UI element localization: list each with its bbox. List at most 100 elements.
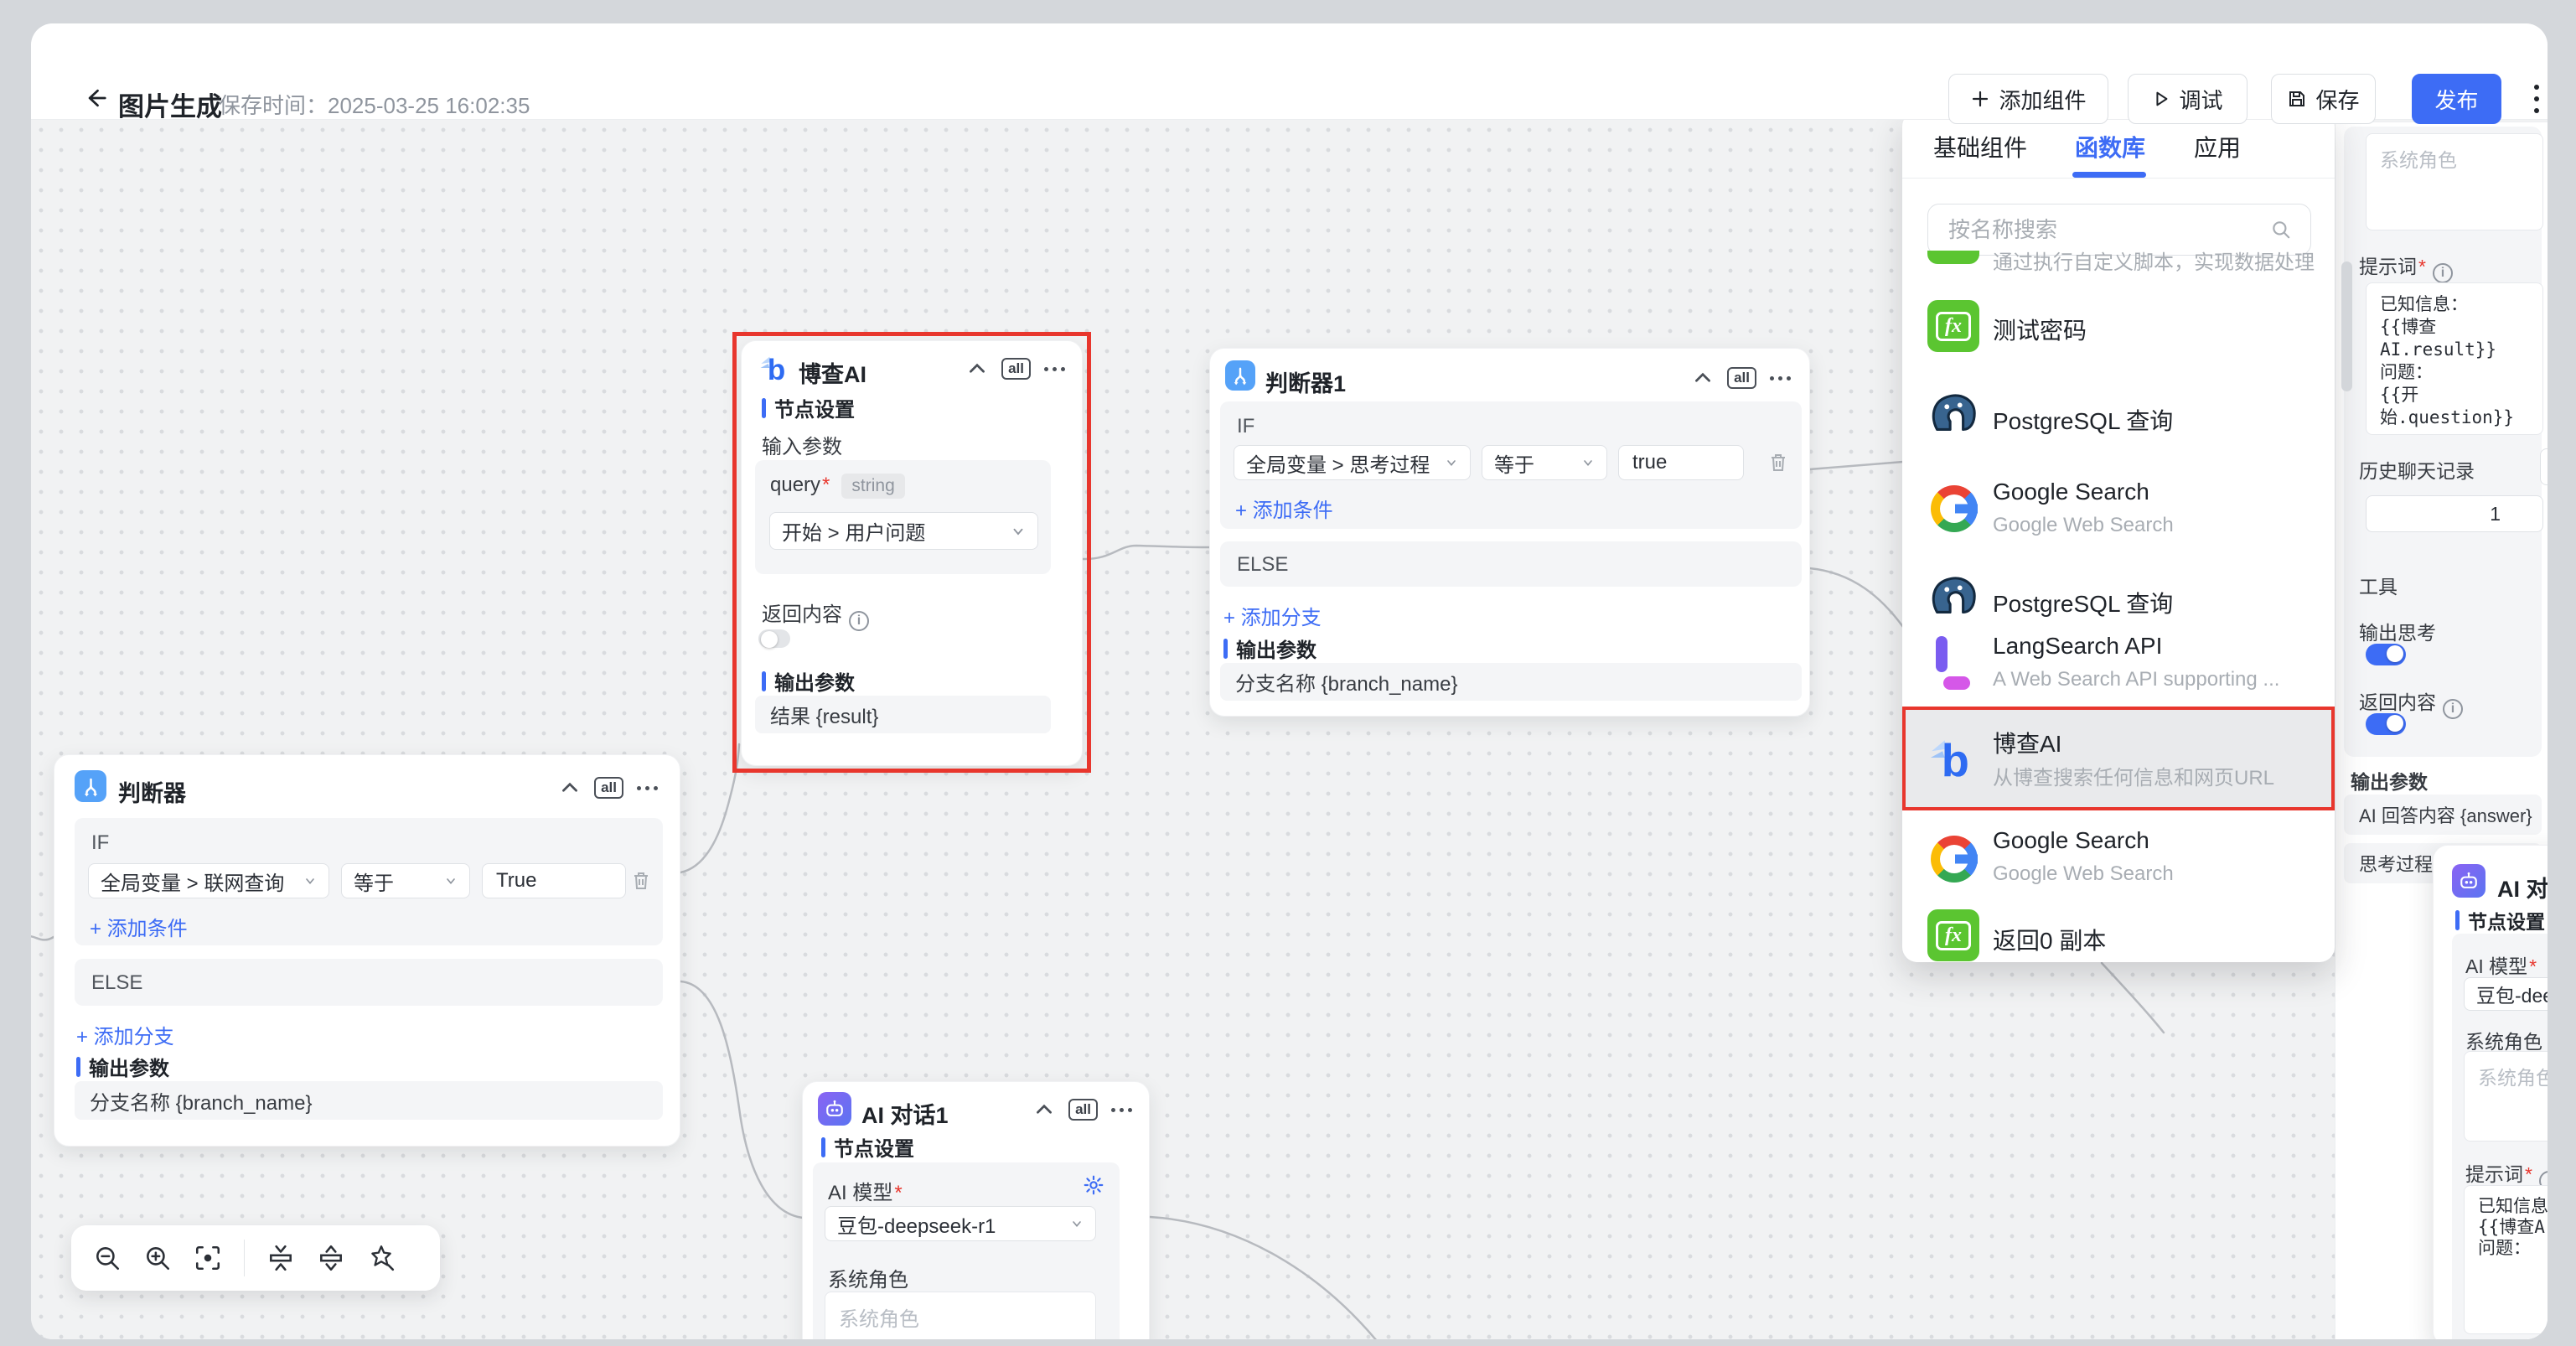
node-ai-dialog1[interactable]: AI 对话1 all 节点设置 AI 模型* 豆包-dee	[802, 1081, 1150, 1339]
collapse-icon[interactable]	[559, 777, 581, 799]
system-role-label: 系统角色	[2465, 1026, 2542, 1054]
tools-label: 工具	[2359, 571, 2398, 599]
run-all-icon[interactable]: all	[1001, 358, 1031, 380]
prompt-textarea[interactable]: 已知信息： {{博查AI.result}} 问题： {{开始.question}…	[2366, 282, 2543, 435]
system-role-textarea[interactable]	[2366, 133, 2543, 230]
if-label: IF	[91, 831, 109, 855]
google-icon	[1931, 836, 1978, 883]
gear-icon[interactable]	[1083, 1174, 1104, 1196]
fx-icon: fx	[1927, 909, 1979, 961]
run-all-icon[interactable]: all	[1727, 367, 1756, 389]
return-content-toggle[interactable]	[758, 629, 790, 648]
condition-value-input[interactable]: true	[1618, 445, 1744, 480]
add-branch-link[interactable]: + 添加分支	[1223, 601, 1322, 630]
app-window: b 博查AI all 节点设置 输入参数 query*string 开始 > 用…	[31, 23, 2548, 1339]
condition-operator-select[interactable]: 等于	[341, 863, 470, 898]
tab-applications[interactable]: 应用	[2194, 130, 2241, 163]
section-output-params: 输出参数	[89, 1052, 169, 1081]
add-component-button[interactable]: 添加组件	[1948, 74, 2108, 124]
ai-model-select[interactable]: 豆包-dee	[2464, 977, 2548, 1011]
play-icon	[2152, 90, 2170, 108]
add-branch-link[interactable]: + 添加分支	[76, 1020, 174, 1049]
ai-model-label: AI 模型	[2465, 955, 2527, 977]
chevron-down-icon	[444, 874, 458, 888]
fx-icon	[1927, 251, 1979, 264]
more-icon[interactable]	[637, 786, 658, 790]
panel-scrollbar[interactable]	[2341, 261, 2352, 391]
node-judge1[interactable]: 判断器1 all IF 全局变量 > 思考过程 等于 true	[1209, 348, 1810, 717]
node-bocha-ai[interactable]: b 博查AI all 节点设置 输入参数 query*string 开始 > 用…	[741, 340, 1083, 766]
more-icon[interactable]	[1770, 376, 1791, 381]
component-library-dropdown: 基础组件 函数库 应用 通过执行自定义脚本，实现数据处理 fx 测试密码	[1902, 111, 2335, 962]
add-condition-link[interactable]: + 添加条件	[1235, 494, 1333, 523]
system-role-textarea[interactable]	[825, 1292, 1096, 1339]
svg-text:b: b	[768, 354, 785, 385]
collapse-icon[interactable]	[966, 358, 988, 380]
judge-icon	[75, 770, 106, 802]
node-judge0[interactable]: 判断器 all IF 全局变量 > 联网查询 等于 True	[54, 754, 680, 1147]
toolbar-divider	[244, 1240, 245, 1276]
chevron-down-icon	[1011, 524, 1026, 539]
system-role-label: 系统角色	[828, 1263, 908, 1292]
query-source-select[interactable]: 开始 > 用户问题	[769, 512, 1038, 550]
beautify-layout-icon[interactable]	[367, 1244, 396, 1272]
active-tab-underline	[2072, 172, 2146, 178]
add-condition-link[interactable]: + 添加条件	[90, 912, 188, 941]
branch-output-row: 分支名称 {branch_name}	[75, 1081, 663, 1120]
search-input[interactable]	[1928, 217, 2270, 243]
zoom-in-icon[interactable]	[143, 1244, 172, 1272]
history-count-input[interactable]: 1	[2366, 495, 2543, 532]
top-bar: 图片生成 保存时间：2025-03-25 16:02:35 添加组件 调试 保存…	[31, 23, 2548, 120]
fit-view-icon[interactable]	[194, 1244, 222, 1272]
trash-icon[interactable]	[1768, 452, 1788, 474]
svg-text:b: b	[1942, 736, 1969, 784]
zoom-out-icon[interactable]	[93, 1244, 122, 1272]
ai-model-label: AI 模型	[828, 1182, 892, 1204]
node-ai-dialog-side[interactable]: AI 对话 节点设置 AI 模型* 豆包-dee 系统角色 提示词*i 已知信息…	[2433, 845, 2548, 1339]
more-icon[interactable]	[1111, 1108, 1132, 1112]
section-output-params: 输出参数	[2351, 766, 2428, 795]
if-label: IF	[1237, 415, 1254, 438]
condition-variable-select[interactable]: 全局变量 > 思考过程	[1234, 445, 1471, 480]
return-content-toggle[interactable]	[2366, 713, 2406, 735]
search-icon	[2270, 219, 2292, 241]
collapse-icon[interactable]	[1033, 1099, 1055, 1121]
run-all-icon[interactable]: all	[594, 777, 623, 799]
debug-button[interactable]: 调试	[2128, 74, 2248, 124]
prompt-textarea[interactable]: 已知信息 {{博查A 问题：	[2464, 1185, 2548, 1334]
chevron-down-icon	[303, 874, 317, 888]
collapse-icon[interactable]	[1692, 367, 1714, 389]
section-node-settings: 节点设置	[2468, 906, 2545, 934]
branch-output-row: 分支名称 {branch_name}	[1220, 663, 1802, 701]
publish-button[interactable]: 发布	[2412, 74, 2501, 124]
condition-operator-select[interactable]: 等于	[1482, 445, 1607, 480]
bocha-logo-icon: b	[1927, 732, 1979, 784]
run-all-icon[interactable]: all	[1068, 1099, 1098, 1121]
floppy-icon	[2287, 89, 2307, 109]
tab-basic-components[interactable]: 基础组件	[1933, 130, 2027, 163]
save-button[interactable]: 保存	[2271, 74, 2376, 124]
ai-chat-icon	[818, 1092, 851, 1126]
history-mode-button[interactable]	[2540, 448, 2548, 485]
more-menu-icon[interactable]	[2522, 79, 2548, 119]
trash-icon[interactable]	[631, 870, 651, 892]
ai-model-select[interactable]: 豆包-deepseek-r1	[825, 1206, 1096, 1241]
more-icon[interactable]	[1044, 367, 1065, 371]
condition-variable-select[interactable]: 全局变量 > 联网查询	[88, 863, 329, 898]
output-think-toggle[interactable]	[2366, 644, 2406, 665]
condition-value-input[interactable]: True	[482, 863, 626, 898]
postgresql-icon	[1927, 389, 1979, 441]
page-title: 图片生成	[118, 85, 222, 123]
tab-function-library[interactable]: 函数库	[2075, 130, 2145, 163]
output-result-row: 结果 {result}	[755, 696, 1051, 733]
compress-vertical-icon[interactable]	[266, 1244, 295, 1272]
system-role-textarea[interactable]	[2464, 1051, 2548, 1142]
save-time: 保存时间：2025-03-25 16:02:35	[219, 89, 530, 120]
prompt-label: 提示词	[2359, 256, 2417, 277]
expand-vertical-icon[interactable]	[317, 1244, 345, 1272]
return-content-label: 返回内容	[762, 603, 842, 626]
back-icon[interactable]	[83, 85, 108, 111]
else-label: ELSE	[91, 971, 142, 995]
canvas-toolbar	[71, 1225, 440, 1291]
prompt-label: 提示词	[2465, 1163, 2523, 1185]
